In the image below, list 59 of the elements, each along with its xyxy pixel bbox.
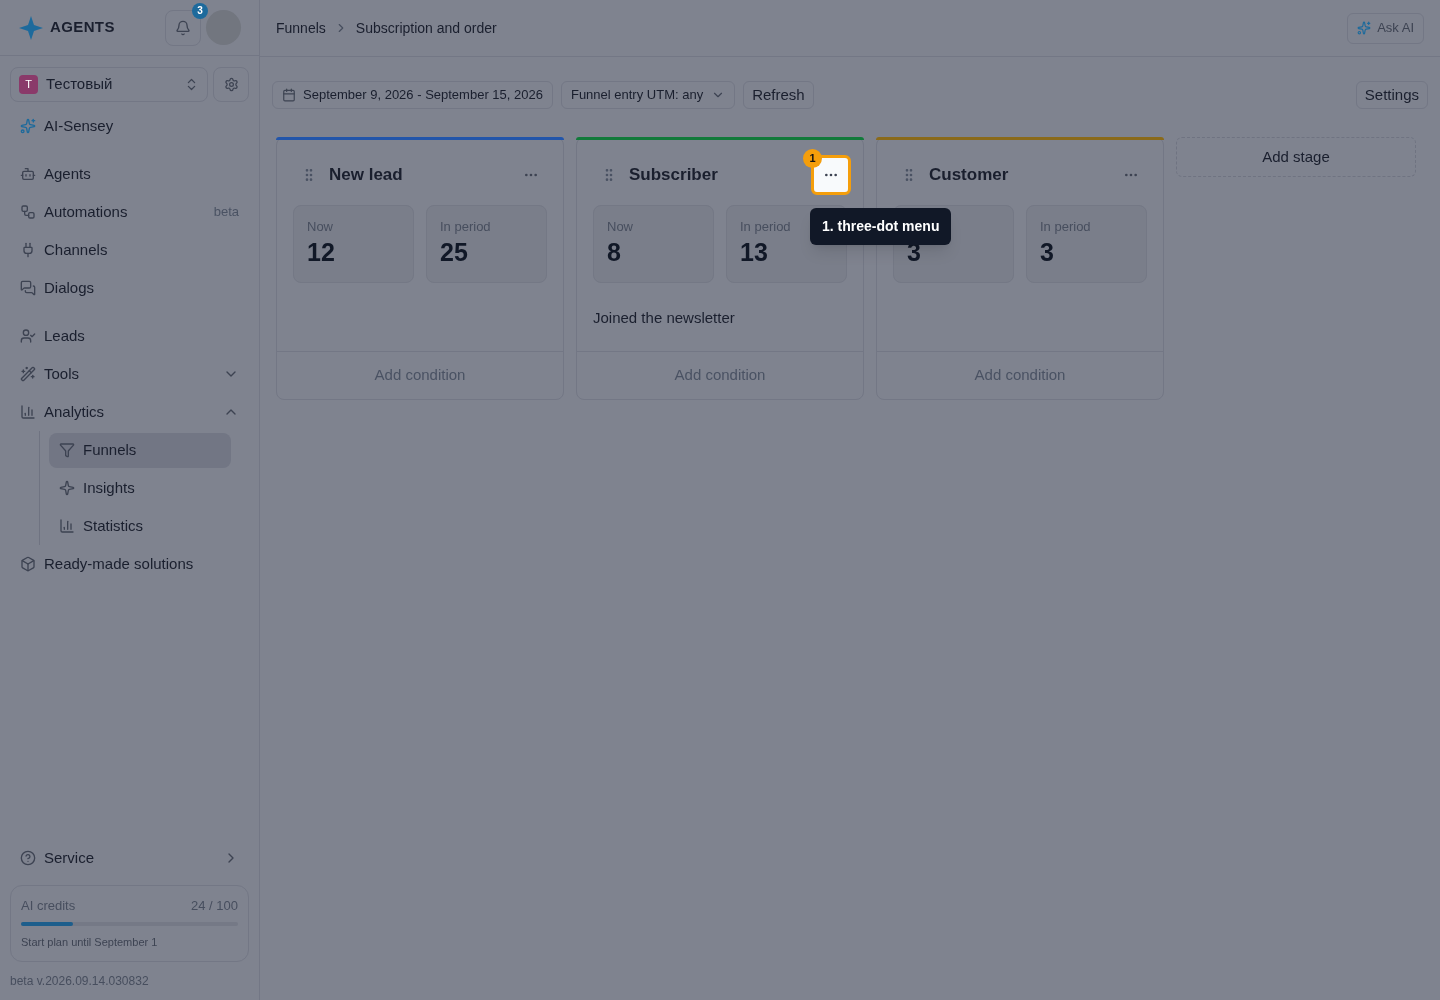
bell-icon (175, 19, 191, 36)
robot-icon (20, 166, 36, 182)
callout-tooltip: 1. three-dot menu (810, 208, 952, 245)
nav-subitem[interactable]: Insights (49, 470, 231, 506)
nav-item[interactable]: Ready-made solutions (10, 545, 249, 583)
notification-count: 3 (192, 2, 208, 19)
nav-subitem[interactable]: Funnels (49, 432, 231, 468)
funnel-icon (59, 442, 75, 458)
stat-value: 3 (1040, 237, 1054, 268)
cube-icon (20, 556, 36, 572)
stage-title: Subscriber (629, 164, 719, 187)
version-text: beta v.2026.09.14.030832 (9, 973, 150, 990)
bar-chart-icon (20, 404, 36, 420)
user-check-icon (20, 328, 36, 344)
plan-note: Start plan until September 1 (21, 934, 159, 950)
nav-subitem[interactable]: Statistics (49, 508, 231, 544)
service-item[interactable]: Service (10, 839, 249, 877)
nav-item[interactable]: Channels (10, 231, 249, 269)
stage-title: Customer (929, 164, 1010, 187)
sparkles-icon (1357, 21, 1372, 35)
add-stage-button[interactable]: Add stage (1176, 137, 1416, 177)
logo-text: AGENTS (50, 17, 116, 38)
ask-ai-button[interactable]: Ask AI (1347, 12, 1424, 44)
settings-button[interactable] (213, 67, 249, 102)
stat-value: 8 (607, 237, 621, 268)
more-button[interactable] (811, 155, 851, 195)
settings-button[interactable]: Settings (1355, 81, 1428, 109)
credits-label: AI credits (21, 897, 77, 915)
breadcrumb-item[interactable]: Funnels (276, 17, 326, 39)
bar-chart-icon (59, 518, 75, 534)
sparkles-icon (20, 118, 36, 134)
logo-icon (18, 14, 44, 41)
refresh-button[interactable]: Refresh (743, 81, 814, 109)
stage-title: New lead (329, 164, 404, 187)
stat-value: 13 (740, 237, 768, 268)
plug-icon (20, 242, 36, 258)
help-icon (20, 850, 36, 866)
nav-item[interactable]: Dialogs (10, 269, 249, 307)
nav-item[interactable]: Agents (10, 155, 249, 193)
avatar[interactable] (206, 10, 241, 45)
nav-item[interactable]: Tools (10, 355, 249, 393)
workspace-select[interactable]: T Тестовый (10, 67, 208, 102)
stat-value: 12 (307, 237, 335, 268)
utm-filter-dropdown[interactable]: Funnel entry UTM: any (560, 81, 736, 109)
nav-item[interactable]: Analytics (10, 393, 249, 431)
date-range-picker[interactable]: September 9, 2026 - September 15, 2026 (272, 81, 553, 109)
calendar-icon (282, 88, 296, 102)
workflow-icon (20, 204, 36, 220)
stat-value: 25 (440, 237, 468, 268)
condition-text: Joined the newsletter (593, 308, 735, 328)
step-number: 1 (803, 149, 822, 168)
sparkle-icon (59, 480, 75, 496)
magic-wand-icon (20, 366, 36, 382)
breadcrumb-item: Subscription and order (355, 18, 497, 38)
nav-item[interactable]: AI-Sensey (10, 107, 249, 145)
settings-icon (223, 77, 239, 92)
nav-item[interactable]: Leads (10, 317, 249, 355)
chat-bubbles-icon (20, 280, 36, 296)
credits-reading: 24 / 100 (191, 897, 238, 915)
